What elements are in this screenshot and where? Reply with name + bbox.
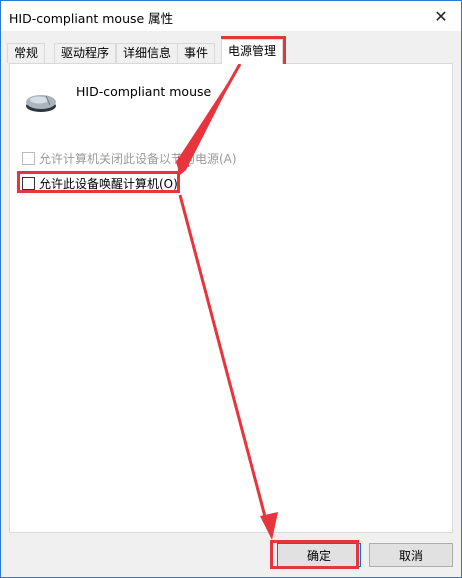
title-bar: HID-compliant mouse 属性 ✕: [1, 1, 461, 31]
power-management-panel: HID-compliant mouse 允许计算机关闭此设备以节约电源(A) 允…: [9, 63, 453, 533]
tab-driver[interactable]: 驱动程序: [54, 43, 117, 63]
cancel-button[interactable]: 取消: [369, 543, 453, 567]
tab-general[interactable]: 常规: [7, 43, 46, 63]
ok-button[interactable]: 确定: [277, 543, 361, 567]
allow-turn-off-label: 允许计算机关闭此设备以节约电源(A): [39, 151, 237, 166]
allow-wake-option[interactable]: 允许此设备唤醒计算机(O): [22, 174, 178, 192]
close-icon[interactable]: ✕: [429, 4, 453, 28]
tab-events[interactable]: 事件: [177, 43, 216, 63]
tab-details[interactable]: 详细信息: [116, 43, 179, 63]
properties-window: HID-compliant mouse 属性 ✕ 常规 驱动程序 详细信息 事件…: [0, 0, 462, 578]
allow-turn-off-checkbox: [22, 151, 35, 165]
tab-strip: 常规 驱动程序 详细信息 事件 电源管理: [1, 39, 461, 64]
tab-power-management[interactable]: 电源管理: [221, 39, 284, 64]
allow-turn-off-option: 允许计算机关闭此设备以节约电源(A): [22, 149, 237, 167]
device-name: HID-compliant mouse: [76, 84, 212, 99]
window-title: HID-compliant mouse 属性: [9, 11, 174, 26]
mouse-icon: [26, 95, 56, 112]
allow-wake-checkbox[interactable]: [22, 176, 35, 190]
allow-wake-label[interactable]: 允许此设备唤醒计算机(O): [39, 175, 178, 192]
